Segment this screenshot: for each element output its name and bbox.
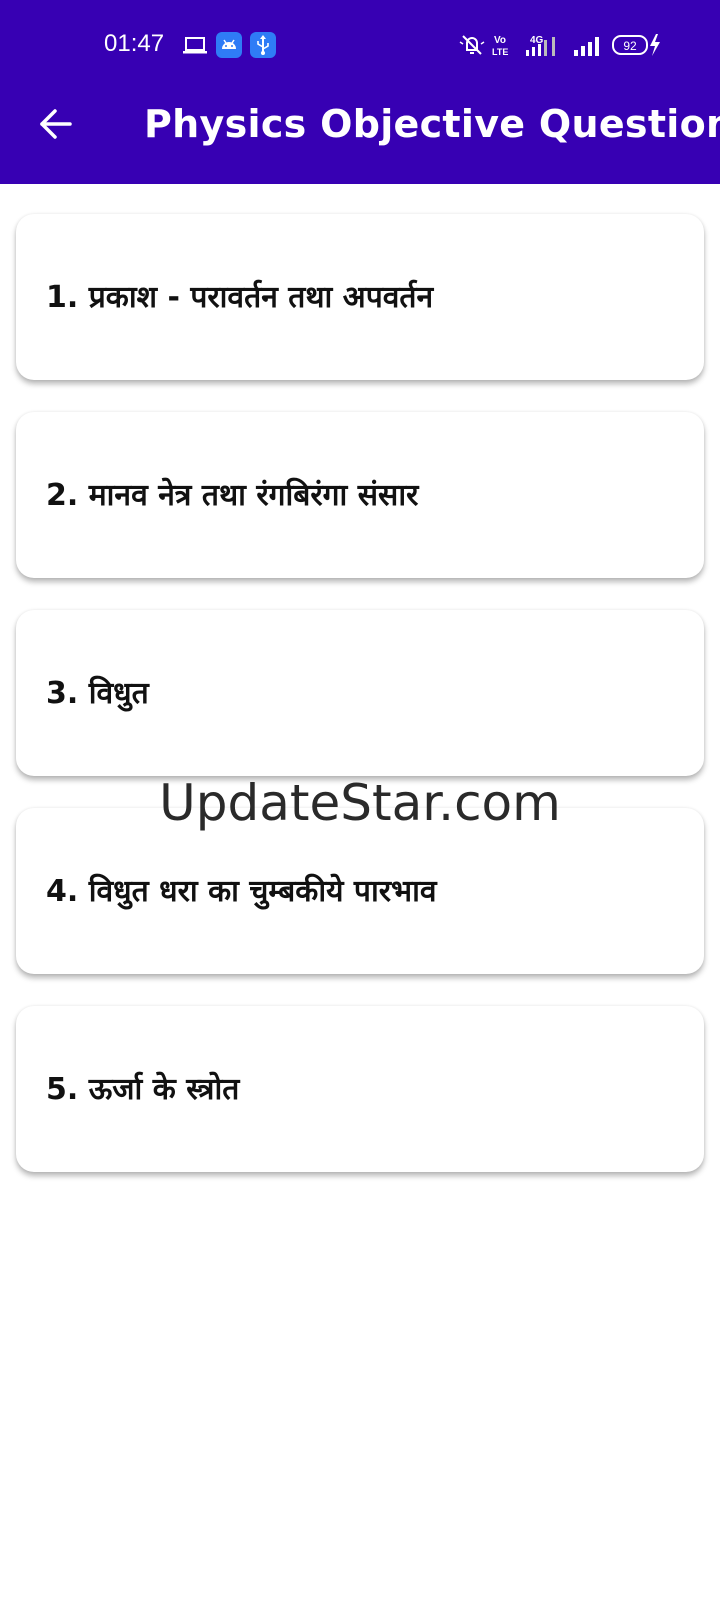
signal-4g-icon: 4G	[526, 35, 555, 56]
chapter-card-3[interactable]: 3. विधुत	[16, 610, 704, 776]
battery-level-text: 92	[623, 39, 637, 53]
chapter-label: 2. मानव नेत्र तथा रंगबिरंगा संसार	[46, 478, 419, 513]
usb-icon	[250, 32, 276, 58]
battery-icon: 92	[612, 34, 660, 56]
svg-text:Vo: Vo	[494, 35, 506, 46]
chapter-card-2[interactable]: 2. मानव नेत्र तथा रंगबिरंगा संसार	[16, 412, 704, 578]
laptop-icon	[183, 37, 207, 54]
chapter-label: 1. प्रकाश - परावर्तन तथा अपवर्तन	[46, 280, 434, 315]
chapter-card-4[interactable]: 4. विधुत धरा का चुम्बकीये पारभाव	[16, 808, 704, 974]
chapter-card-1[interactable]: 1. प्रकाश - परावर्तन तथा अपवर्तन	[16, 214, 704, 380]
arrow-left-icon	[40, 109, 72, 139]
status-time: 01:47	[104, 30, 165, 57]
chapter-card-5[interactable]: 5. ऊर्जा के स्त्रोत	[16, 1006, 704, 1172]
chapter-label: 5. ऊर्जा के स्त्रोत	[46, 1072, 240, 1107]
signal-icon	[574, 37, 599, 56]
android-icon	[216, 32, 242, 58]
status-bar: 01:47 Vo LTE 4G 92	[0, 26, 720, 66]
svg-text:4G: 4G	[530, 35, 544, 46]
chapter-label: 3. विधुत	[46, 676, 149, 711]
svg-text:LTE: LTE	[492, 47, 508, 57]
chapter-label: 4. विधुत धरा का चुम्बकीये पारभाव	[46, 874, 437, 909]
mute-bell-icon	[459, 35, 485, 55]
page-title: Physics Objective Question	[144, 102, 720, 146]
volte-icon: Vo LTE	[492, 35, 508, 57]
chapter-list: 1. प्रकाश - परावर्तन तथा अपवर्तन 2. मानव…	[16, 214, 704, 1204]
back-button[interactable]	[32, 100, 80, 148]
app-bar: 01:47 Vo LTE 4G 92 Physics Objective Que…	[0, 0, 720, 184]
